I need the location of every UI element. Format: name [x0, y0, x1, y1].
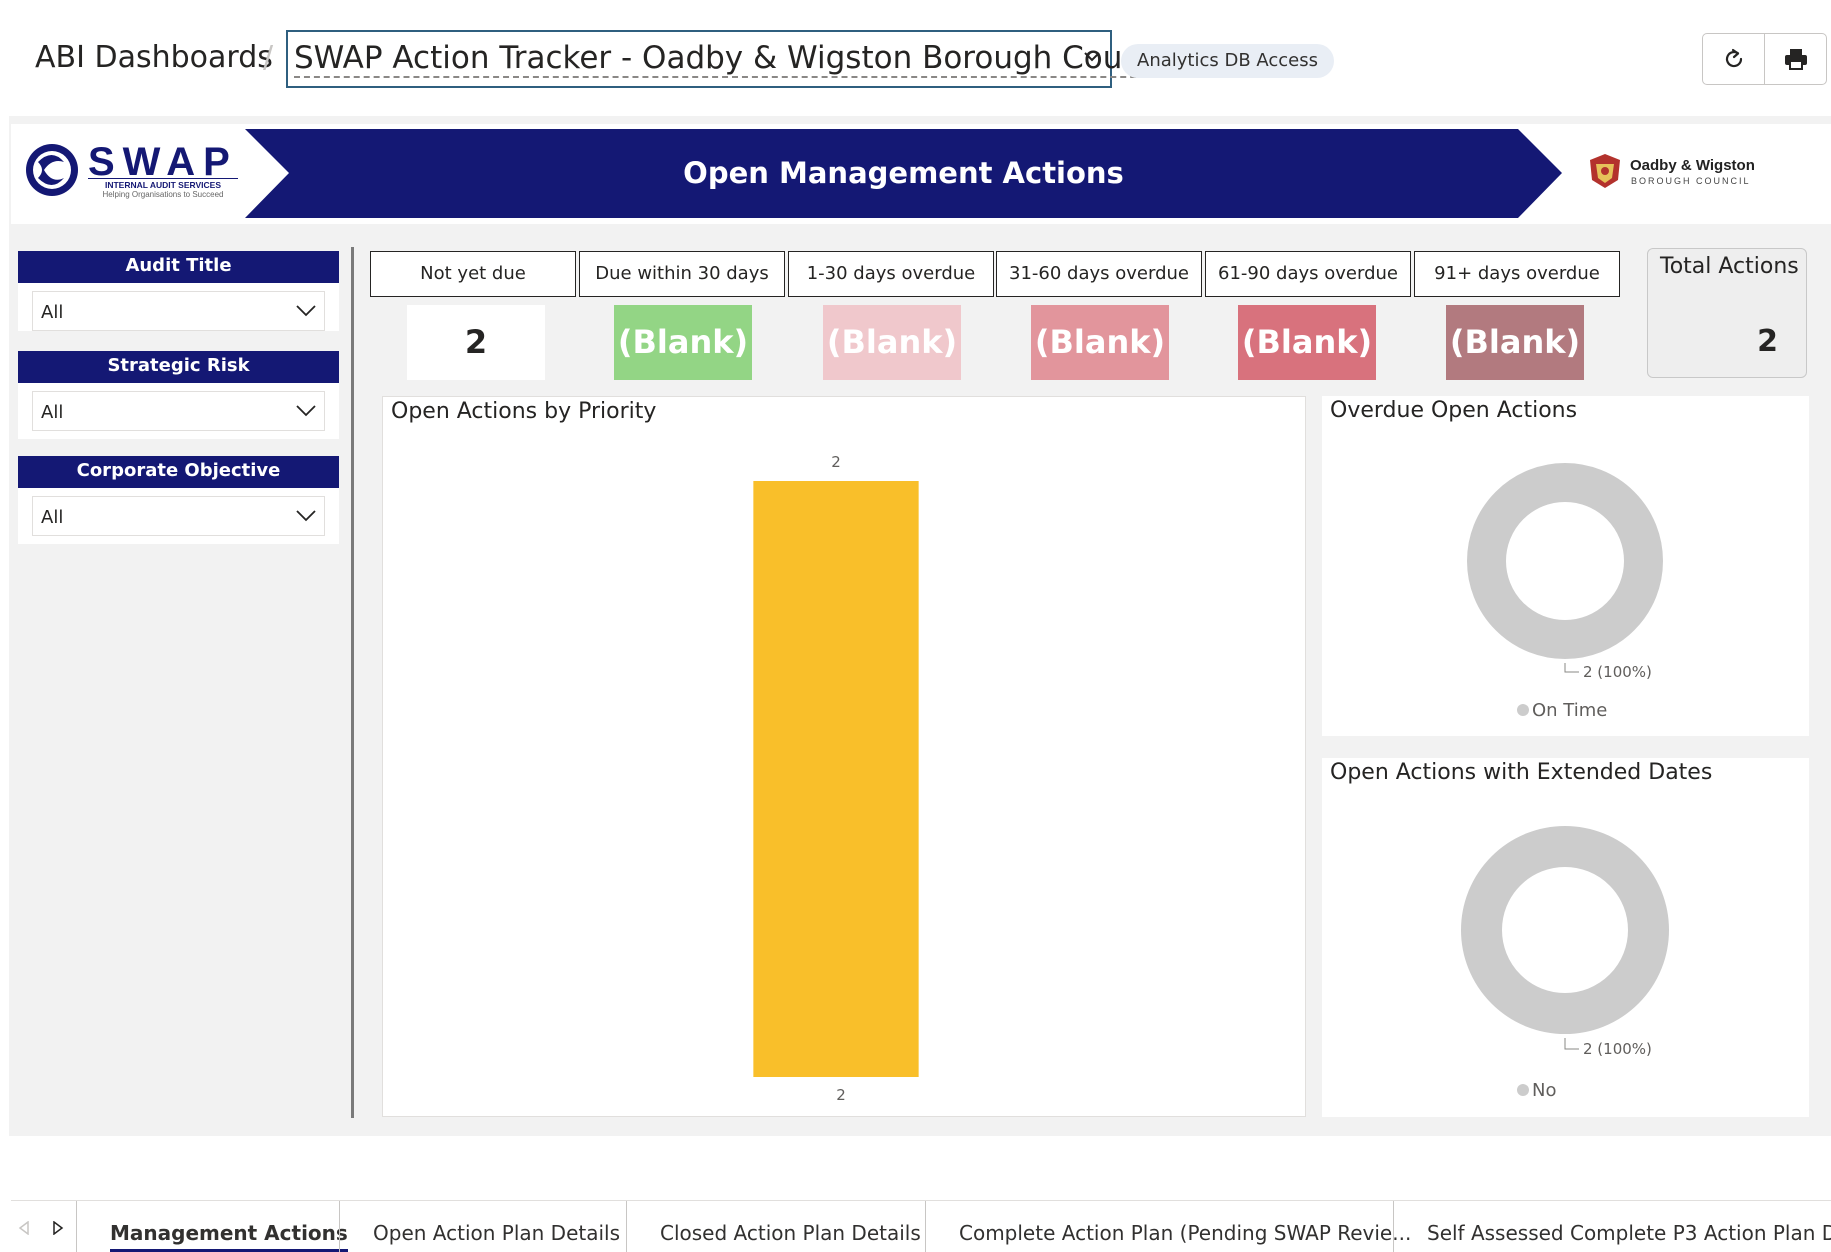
- slicer-dropdown[interactable]: All: [32, 291, 325, 331]
- data-label: 2 (100%): [1583, 1040, 1652, 1058]
- legend-marker: [1517, 1084, 1529, 1096]
- tab-separator: [1393, 1201, 1394, 1252]
- prev-page-icon[interactable]: [18, 1221, 30, 1235]
- slicer-dropdown[interactable]: All: [32, 496, 325, 536]
- donut-slice: [1467, 463, 1663, 659]
- council-logo-name: Oadby & Wigston: [1630, 157, 1755, 174]
- slicer-value: All: [41, 507, 64, 528]
- tab-open-action-plan-details[interactable]: Open Action Plan Details: [373, 1200, 620, 1252]
- chevron-down-icon: [296, 510, 316, 522]
- header-actions: [1702, 33, 1827, 85]
- page-title: Open Management Actions: [683, 156, 1124, 190]
- tab-separator: [925, 1201, 926, 1252]
- section-divider: [351, 247, 354, 1118]
- status-label-91-overdue: 91+ days overdue: [1414, 251, 1620, 297]
- bar: [753, 481, 919, 1077]
- slicer-audit-title: Audit Title All: [18, 251, 339, 331]
- status-value-1-30-overdue[interactable]: (Blank): [823, 305, 961, 380]
- refresh-button[interactable]: [1703, 34, 1764, 84]
- tab-closed-action-plan-details[interactable]: Closed Action Plan Details: [660, 1200, 921, 1252]
- chevron-down-icon: [1084, 52, 1100, 62]
- slicer-title: Strategic Risk: [18, 351, 339, 383]
- open-actions-by-priority-chart[interactable]: Open Actions by Priority 22: [382, 396, 1306, 1117]
- slicer-strategic-risk: Strategic Risk All: [18, 351, 339, 439]
- tab-separator: [626, 1201, 627, 1252]
- tab-self-assessed-complete[interactable]: Self Assessed Complete P3 Action Plan De…: [1427, 1200, 1831, 1252]
- report-selector[interactable]: SWAP Action Tracker - Oadby & Wigston Bo…: [286, 30, 1177, 88]
- slicer-value: All: [41, 302, 64, 323]
- legend-label: On Time: [1532, 700, 1607, 721]
- tab-management-actions[interactable]: Management Actions: [110, 1200, 348, 1252]
- data-label: 2 (100%): [1583, 663, 1652, 681]
- status-value-31-60-overdue[interactable]: (Blank): [1031, 305, 1169, 380]
- extended-dates-chart[interactable]: Open Actions with Extended Dates 2 (100%…: [1322, 758, 1809, 1117]
- report-title: SWAP Action Tracker - Oadby & Wigston Bo…: [294, 40, 1177, 78]
- total-actions-label: Total Actions: [1660, 254, 1799, 279]
- donut-chart-svg: 2 (100%) On Time: [1467, 463, 1663, 721]
- overdue-open-actions-chart[interactable]: Overdue Open Actions 2 (100%) On Time: [1322, 396, 1809, 736]
- slicer-title: Corporate Objective: [18, 456, 339, 488]
- breadcrumb-separator: /: [263, 40, 274, 75]
- slicer-title: Audit Title: [18, 251, 339, 283]
- swap-logo-tagline: Helping Organisations to Succeed: [102, 190, 224, 199]
- donut-slice: [1461, 826, 1669, 1034]
- chevron-down-icon: [296, 405, 316, 417]
- print-button[interactable]: [1764, 34, 1826, 84]
- bar-chart-svg: 22: [753, 453, 919, 1104]
- next-page-icon[interactable]: [52, 1221, 64, 1235]
- legend-label: No: [1532, 1080, 1556, 1101]
- status-value-due-30[interactable]: (Blank): [614, 305, 752, 380]
- tab-separator: [339, 1201, 340, 1252]
- refresh-icon: [1725, 48, 1742, 68]
- status-label-31-60-overdue: 31-60 days overdue: [996, 251, 1202, 297]
- council-crest-icon: [1590, 154, 1620, 188]
- chevron-down-icon: [296, 305, 316, 317]
- tab-separator: [76, 1201, 77, 1252]
- x-tick-label: 2: [836, 1086, 846, 1104]
- status-value-not-yet-due[interactable]: 2: [407, 305, 545, 380]
- legend-marker: [1517, 704, 1529, 716]
- breadcrumb-root[interactable]: ABI Dashboards: [35, 40, 273, 75]
- slicer-value: All: [41, 402, 64, 423]
- status-value-61-90-overdue[interactable]: (Blank): [1238, 305, 1376, 380]
- status-label-due-30: Due within 30 days: [579, 251, 785, 297]
- status-label-61-90-overdue: 61-90 days overdue: [1205, 251, 1411, 297]
- data-label: 2: [831, 453, 841, 471]
- leader-line: [1564, 663, 1579, 673]
- total-actions-card: Total Actions 2: [1647, 248, 1807, 378]
- total-actions-value: 2: [1757, 324, 1778, 359]
- access-badge: Analytics DB Access: [1121, 44, 1335, 78]
- slicer-corporate-objective: Corporate Objective All: [18, 456, 339, 544]
- tab-complete-action-plan[interactable]: Complete Action Plan (Pending SWAP Revie…: [959, 1200, 1411, 1252]
- swap-logo-subtitle: INTERNAL AUDIT SERVICES: [88, 178, 238, 190]
- donut-chart-svg: 2 (100%) No: [1461, 826, 1669, 1101]
- council-logo-subtitle: BOROUGH COUNCIL: [1631, 176, 1751, 186]
- slicer-dropdown[interactable]: All: [32, 391, 325, 431]
- leader-line: [1564, 1038, 1579, 1050]
- status-value-91-overdue[interactable]: (Blank): [1446, 305, 1584, 380]
- status-label-not-yet-due: Not yet due: [370, 251, 576, 297]
- status-label-1-30-overdue: 1-30 days overdue: [788, 251, 994, 297]
- print-icon: [1784, 49, 1807, 70]
